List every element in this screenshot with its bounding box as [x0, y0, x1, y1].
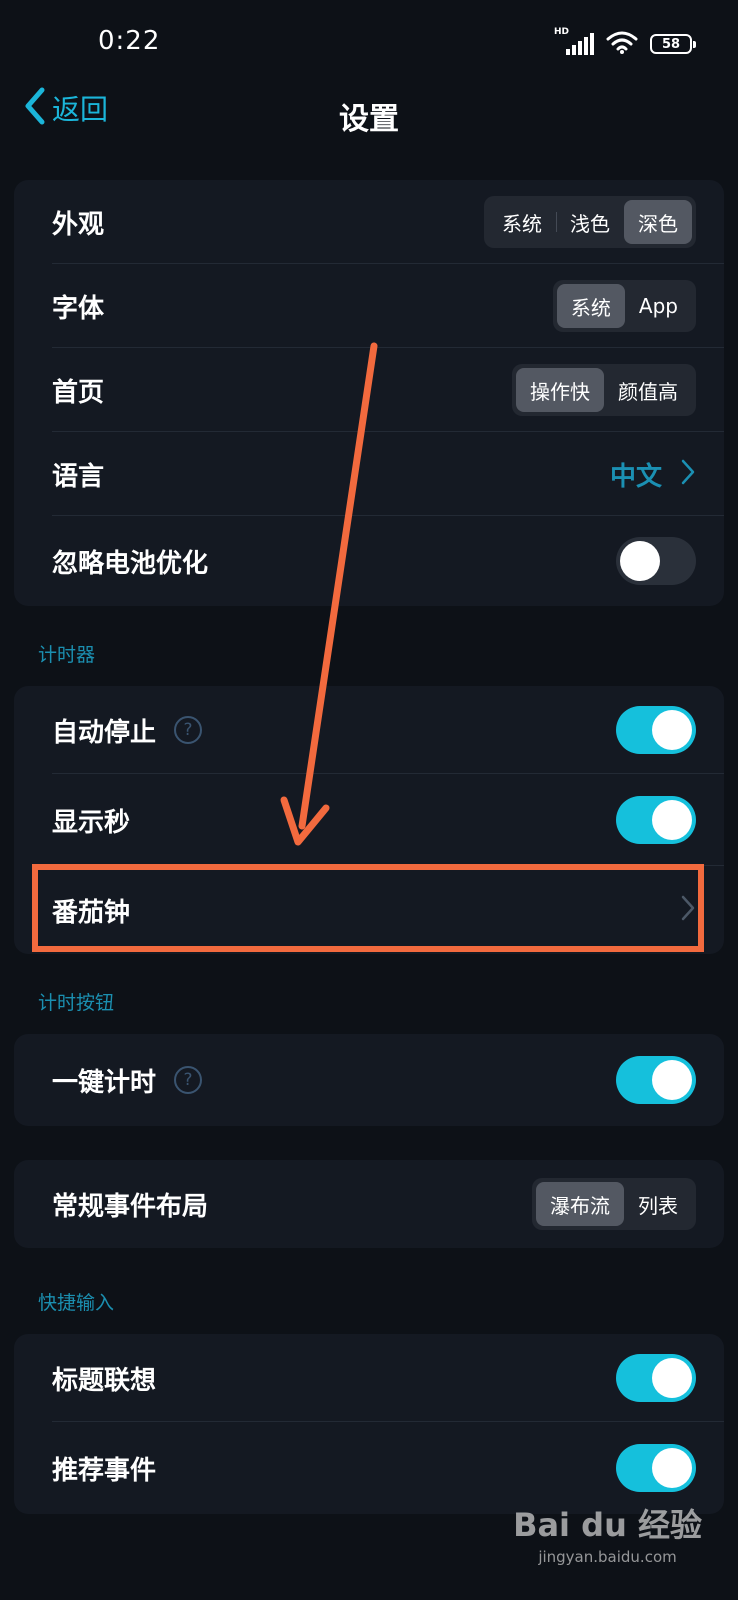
title-suggest-toggle[interactable] — [616, 1354, 696, 1402]
font-option-app[interactable]: App — [625, 284, 692, 328]
toggle-knob — [652, 1448, 692, 1488]
toggle-knob — [652, 1358, 692, 1398]
font-row: 字体 系统 App — [14, 264, 724, 348]
watermark-logo: Bai du 经验 — [513, 1506, 702, 1544]
appearance-option-dark[interactable]: 深色 — [624, 200, 692, 244]
pomodoro-row[interactable]: 番茄钟 — [14, 866, 724, 954]
event-layout-label: 常规事件布局 — [52, 1191, 209, 1222]
wifi-icon — [606, 30, 638, 58]
nav-header: 返回 设置 — [0, 80, 738, 150]
font-label: 字体 — [52, 293, 105, 324]
appearance-option-system[interactable]: 系统 — [488, 200, 556, 244]
event-layout-segmented: 瀑布流 列表 — [532, 1178, 696, 1230]
battery-optimization-row: 忽略电池优化 — [14, 516, 724, 606]
auto-stop-toggle[interactable] — [616, 706, 696, 754]
help-icon[interactable]: ? — [174, 1066, 203, 1094]
toggle-knob — [620, 541, 660, 581]
title-suggest-row: 标题联想 — [14, 1334, 724, 1422]
signal-icon: HD — [554, 27, 594, 57]
homepage-option-fast[interactable]: 操作快 — [516, 368, 604, 412]
language-label: 语言 — [52, 461, 105, 492]
homepage-label: 首页 — [52, 377, 105, 408]
show-seconds-row: 显示秒 — [14, 774, 724, 866]
toggle-knob — [652, 800, 692, 840]
layout-option-list[interactable]: 列表 — [624, 1182, 692, 1226]
help-icon[interactable]: ? — [174, 716, 203, 744]
watermark-domain: jingyan.baidu.com — [538, 1548, 677, 1566]
appearance-segmented: 系统 浅色 深色 — [484, 196, 696, 248]
battery-optimization-label: 忽略电池优化 — [52, 548, 209, 579]
chevron-right-icon — [680, 894, 696, 926]
appearance-option-light[interactable]: 浅色 — [556, 200, 624, 244]
show-seconds-label: 显示秒 — [52, 807, 131, 838]
recommend-events-toggle[interactable] — [616, 1444, 696, 1492]
chevron-right-icon — [680, 458, 696, 490]
language-value: 中文 — [609, 461, 662, 492]
one-tap-timer-label: 一键计时 — [52, 1067, 157, 1098]
quick-input-card: 标题联想 推荐事件 — [14, 1334, 724, 1514]
battery-optimization-toggle[interactable] — [616, 537, 696, 585]
appearance-row: 外观 系统 浅色 深色 — [14, 180, 724, 264]
layout-option-waterfall[interactable]: 瀑布流 — [536, 1182, 624, 1226]
pomodoro-label: 番茄钟 — [52, 897, 131, 928]
baidu-watermark: Bai du 经验 jingyan.baidu.com — [513, 1500, 702, 1566]
general-settings-card: 外观 系统 浅色 深色 字体 系统 App 首页 操作快 颜值高 语言 中文 忽… — [14, 180, 724, 606]
font-option-system[interactable]: 系统 — [556, 284, 625, 328]
quick-input-section-header: 快捷输入 — [38, 1292, 115, 1314]
status-icons: HD 58 — [554, 27, 696, 58]
timer-button-card: 一键计时 ? — [14, 1034, 724, 1126]
page-title: 设置 — [339, 102, 399, 137]
battery-level: 58 — [661, 36, 681, 52]
battery-icon: 58 — [650, 34, 696, 54]
auto-stop-row: 自动停止 ? — [14, 686, 724, 774]
event-layout-row: 常规事件布局 瀑布流 列表 — [14, 1160, 724, 1248]
show-seconds-toggle[interactable] — [616, 796, 696, 844]
status-bar: 0:22 HD 58 — [0, 0, 738, 90]
toggle-knob — [652, 710, 692, 750]
language-row[interactable]: 语言 中文 — [14, 432, 724, 516]
one-tap-timer-toggle[interactable] — [616, 1056, 696, 1104]
font-segmented: 系统 App — [552, 280, 696, 332]
title-suggest-label: 标题联想 — [52, 1365, 157, 1396]
homepage-row: 首页 操作快 颜值高 — [14, 348, 724, 432]
timer-button-section-header: 计时按钮 — [38, 992, 115, 1014]
auto-stop-label: 自动停止 — [52, 717, 157, 748]
recommend-events-label: 推荐事件 — [52, 1455, 157, 1486]
timer-section-header: 计时器 — [38, 644, 96, 666]
homepage-option-pretty[interactable]: 颜值高 — [604, 368, 692, 412]
one-tap-timer-row: 一键计时 ? — [14, 1034, 724, 1126]
appearance-label: 外观 — [52, 209, 105, 240]
status-time: 0:22 — [98, 26, 161, 56]
layout-card: 常规事件布局 瀑布流 列表 — [14, 1160, 724, 1248]
homepage-segmented: 操作快 颜值高 — [512, 364, 696, 416]
toggle-knob — [652, 1060, 692, 1100]
timer-settings-card: 自动停止 ? 显示秒 番茄钟 — [14, 686, 724, 954]
